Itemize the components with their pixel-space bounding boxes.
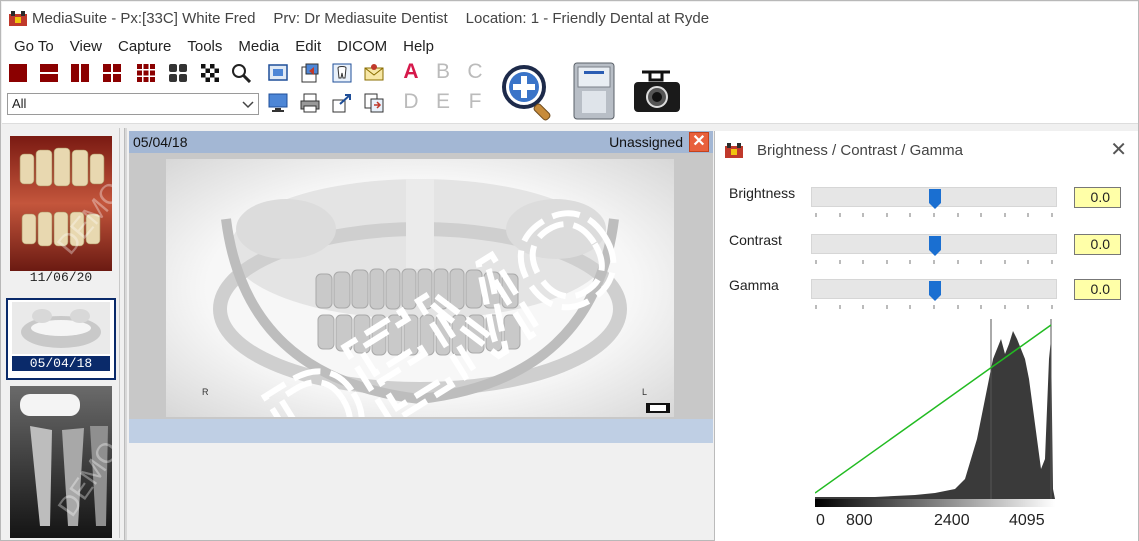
panel-title-bar: Brightness / Contrast / Gamma ✕ xyxy=(715,131,1139,169)
thumbnail-strip[interactable]: DEMO 11/06/20 05/04/18 DEMO xyxy=(4,128,120,538)
contrast-label: Contrast xyxy=(729,232,782,248)
menu-media[interactable]: Media xyxy=(230,36,287,57)
email-icon[interactable] xyxy=(364,63,384,83)
tooth-chart-icon[interactable] xyxy=(332,63,352,83)
menu-bar: Go To View Capture Tools Media Edit DICO… xyxy=(2,34,1138,58)
histogram-axis-label: 800 xyxy=(846,512,873,529)
layout-2x2-icon[interactable] xyxy=(102,63,122,83)
histogram-axis-label: 2400 xyxy=(934,512,970,529)
contrast-slider-ticks xyxy=(815,260,1053,264)
title-bar: MediaSuite - Px:[33C] White Fred Prv: Dr… xyxy=(2,2,1138,34)
histogram-axis-label: 4095 xyxy=(1009,512,1045,529)
contrast-row: Contrast 0.0 xyxy=(715,232,1139,272)
monitor-icon[interactable] xyxy=(268,93,288,113)
periapical-xray-thumbnail: DEMO xyxy=(10,386,119,538)
filter-dropdown-value: All xyxy=(12,96,27,111)
gamma-slider[interactable] xyxy=(811,279,1057,301)
export-image-icon[interactable] xyxy=(300,63,320,83)
gamma-value[interactable]: 0.0 xyxy=(1074,279,1121,300)
letter-d-button[interactable]: D xyxy=(400,90,422,114)
intraoral-photo-thumbnail: DEMO xyxy=(10,136,119,271)
thumbnail-item[interactable]: DEMO 11/06/20 xyxy=(10,136,119,296)
viewer-header: 05/04/18 Unassigned xyxy=(129,131,713,153)
app-logo-icon xyxy=(725,143,743,158)
layout-2-rows-icon[interactable] xyxy=(39,63,59,83)
histogram-plot[interactable] xyxy=(815,319,1055,507)
app-window: MediaSuite - Px:[33C] White Fred Prv: Dr… xyxy=(0,0,1139,541)
menu-dicom[interactable]: DICOM xyxy=(329,36,395,57)
menu-view[interactable]: View xyxy=(62,36,110,57)
brightness-value[interactable]: 0.0 xyxy=(1074,187,1121,208)
brightness-contrast-gamma-panel: Brightness / Contrast / Gamma ✕ Brightne… xyxy=(714,131,1138,541)
gamma-row: Gamma 0.0 xyxy=(715,277,1139,317)
panoramic-xray-image: DEMO R L xyxy=(166,159,674,417)
image-viewer: 05/04/18 Unassigned ✕ DEMO R L xyxy=(129,131,713,539)
pane-splitter[interactable] xyxy=(124,128,127,540)
copy-image-icon[interactable] xyxy=(364,93,384,113)
contrast-slider-thumb[interactable] xyxy=(929,236,941,256)
letter-e-button[interactable]: E xyxy=(432,90,454,114)
panoramic-xray-thumbnail xyxy=(12,302,110,354)
app-logo-icon xyxy=(9,11,27,26)
layout-2-cols-icon[interactable] xyxy=(70,63,90,83)
gamma-label: Gamma xyxy=(729,277,779,293)
grayscale-ramp xyxy=(815,499,1055,507)
ddd-logo-icon xyxy=(646,403,670,413)
brightness-row: Brightness 0.0 xyxy=(715,185,1139,225)
zoom-icon[interactable] xyxy=(231,63,251,83)
panel-title: Brightness / Contrast / Gamma xyxy=(757,141,963,159)
panel-close-button[interactable]: ✕ xyxy=(1110,140,1127,160)
provider-label: Prv: Dr Mediasuite Dentist xyxy=(273,9,448,27)
xray-right-marker: R xyxy=(202,387,209,397)
thumbnail-item[interactable]: DEMO xyxy=(10,386,119,538)
menu-tools[interactable]: Tools xyxy=(179,36,230,57)
contrast-value[interactable]: 0.0 xyxy=(1074,234,1121,255)
letter-a-button[interactable]: A xyxy=(400,60,422,84)
letter-b-button[interactable]: B xyxy=(432,60,454,84)
zoom-in-large-icon[interactable] xyxy=(500,63,558,121)
toolbar: A B C D E F All xyxy=(2,58,1138,124)
camera-capture-icon[interactable] xyxy=(630,66,684,116)
layout-compare-icon[interactable] xyxy=(168,63,188,83)
close-image-button[interactable]: ✕ xyxy=(689,132,709,152)
app-title: MediaSuite - Px:[33C] White Fred xyxy=(32,9,256,27)
print-icon[interactable] xyxy=(300,93,320,113)
fit-screen-icon[interactable] xyxy=(268,63,288,83)
chevron-down-icon xyxy=(242,101,254,109)
filter-dropdown[interactable]: All xyxy=(7,93,259,115)
thumbnail-date-selected: 05/04/18 xyxy=(12,356,110,371)
brightness-slider-ticks xyxy=(815,213,1053,217)
gamma-slider-thumb[interactable] xyxy=(929,281,941,301)
brightness-slider[interactable] xyxy=(811,187,1057,209)
menu-help[interactable]: Help xyxy=(395,36,442,57)
thumbnail-item-selected[interactable]: 05/04/18 xyxy=(6,298,116,380)
xray-canvas[interactable]: DEMO R L xyxy=(129,153,713,419)
xray-left-marker: L xyxy=(642,387,647,397)
import-icon[interactable] xyxy=(332,93,352,113)
image-date: 05/04/18 xyxy=(133,134,188,150)
assignment-status[interactable]: Unassigned xyxy=(609,134,683,150)
letter-f-button[interactable]: F xyxy=(464,90,486,114)
brightness-label: Brightness xyxy=(729,185,796,201)
thumbnail-date: 11/06/20 xyxy=(29,270,93,285)
menu-goto[interactable]: Go To xyxy=(6,36,62,57)
viewer-footer xyxy=(129,419,713,443)
checker-flag-icon[interactable] xyxy=(200,63,220,83)
menu-edit[interactable]: Edit xyxy=(287,36,329,57)
contrast-slider[interactable] xyxy=(811,234,1057,256)
layout-1x1-icon[interactable] xyxy=(8,63,28,83)
location-label: Location: 1 - Friendly Dental at Ryde xyxy=(465,9,710,27)
letter-c-button[interactable]: C xyxy=(464,60,486,84)
histogram-axis-label: 0 xyxy=(816,512,825,529)
layout-3x3-icon[interactable] xyxy=(136,63,156,83)
brightness-slider-thumb[interactable] xyxy=(929,189,941,209)
menu-capture[interactable]: Capture xyxy=(110,36,179,57)
scanner-device-icon[interactable] xyxy=(568,61,620,121)
gamma-slider-ticks xyxy=(815,305,1053,309)
